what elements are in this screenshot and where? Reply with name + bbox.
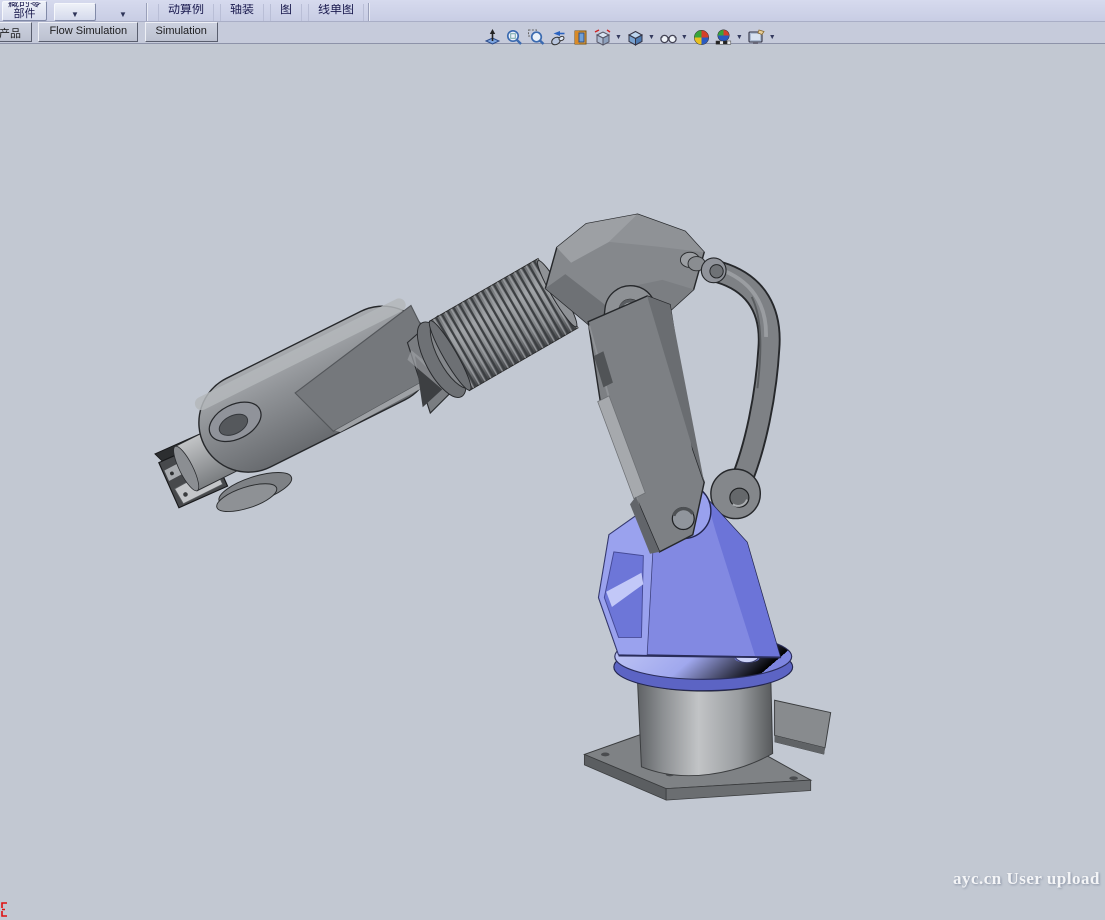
- tab-products[interactable]: 产品: [0, 22, 32, 42]
- robot-forearm[interactable]: [152, 289, 449, 504]
- red-clipped-annotation: [0, 900, 10, 920]
- toolbar-button-2[interactable]: 轴装: [220, 4, 264, 21]
- graphics-viewport[interactable]: ayc.cn User upload: [0, 44, 1105, 899]
- chevron-down-icon: ▼: [119, 10, 127, 20]
- watermark-text: ayc.cn User upload: [953, 869, 1100, 889]
- headsup-view-toolbar: ▼ ▼ ▼ ▼ ▼: [483, 26, 777, 48]
- toolbar-button-4[interactable]: 线单图: [308, 4, 364, 21]
- toolbar-button-3[interactable]: 图: [270, 4, 302, 21]
- robot-arm-model[interactable]: [0, 44, 1105, 899]
- tab-simulation[interactable]: Simulation: [145, 22, 218, 42]
- component-button[interactable]: 藏的零 部件: [2, 1, 47, 21]
- normal-to-icon[interactable]: [483, 28, 502, 47]
- toolbar-separator: [368, 3, 370, 21]
- robot-bracket-pivot-hole[interactable]: [672, 508, 694, 530]
- previous-view-icon[interactable]: [549, 28, 568, 47]
- zoom-to-area-icon[interactable]: [527, 28, 546, 47]
- zoom-to-fit-icon[interactable]: [505, 28, 524, 47]
- dropdown-button-2[interactable]: ▼: [104, 5, 142, 21]
- dropdown-button-1[interactable]: ▼: [54, 3, 96, 21]
- view-settings-dropdown-icon[interactable]: ▼: [769, 34, 776, 41]
- top-toolbar: 藏的零 部件 ▼ ▼ 动算例 轴装 图 线单图: [0, 0, 1105, 22]
- chevron-down-icon: ▼: [71, 10, 79, 20]
- apply-scene-icon[interactable]: [714, 28, 733, 47]
- solidworks-window: { "toolbar": { "component_button": {"lin…: [0, 0, 1105, 899]
- toolbar-separator: [146, 3, 148, 21]
- view-orientation-dropdown-icon[interactable]: ▼: [615, 34, 622, 41]
- robot-linkage-rod[interactable]: [711, 268, 769, 518]
- display-style-icon[interactable]: [626, 28, 645, 47]
- robot-base-gusset[interactable]: [775, 700, 831, 754]
- apply-scene-dropdown-icon[interactable]: ▼: [736, 34, 743, 41]
- hide-show-items-icon[interactable]: [659, 28, 678, 47]
- hide-show-items-dropdown-icon[interactable]: ▼: [681, 34, 688, 41]
- edit-appearance-icon[interactable]: [692, 28, 711, 47]
- tab-flow-simulation[interactable]: Flow Simulation: [38, 22, 138, 42]
- display-style-dropdown-icon[interactable]: ▼: [648, 34, 655, 41]
- motion-study-button[interactable]: 动算例: [158, 4, 214, 21]
- component-button-line2: 部件: [3, 9, 46, 20]
- view-orientation-icon[interactable]: [593, 28, 612, 47]
- view-settings-icon[interactable]: [747, 28, 766, 47]
- section-view-icon[interactable]: [571, 28, 590, 47]
